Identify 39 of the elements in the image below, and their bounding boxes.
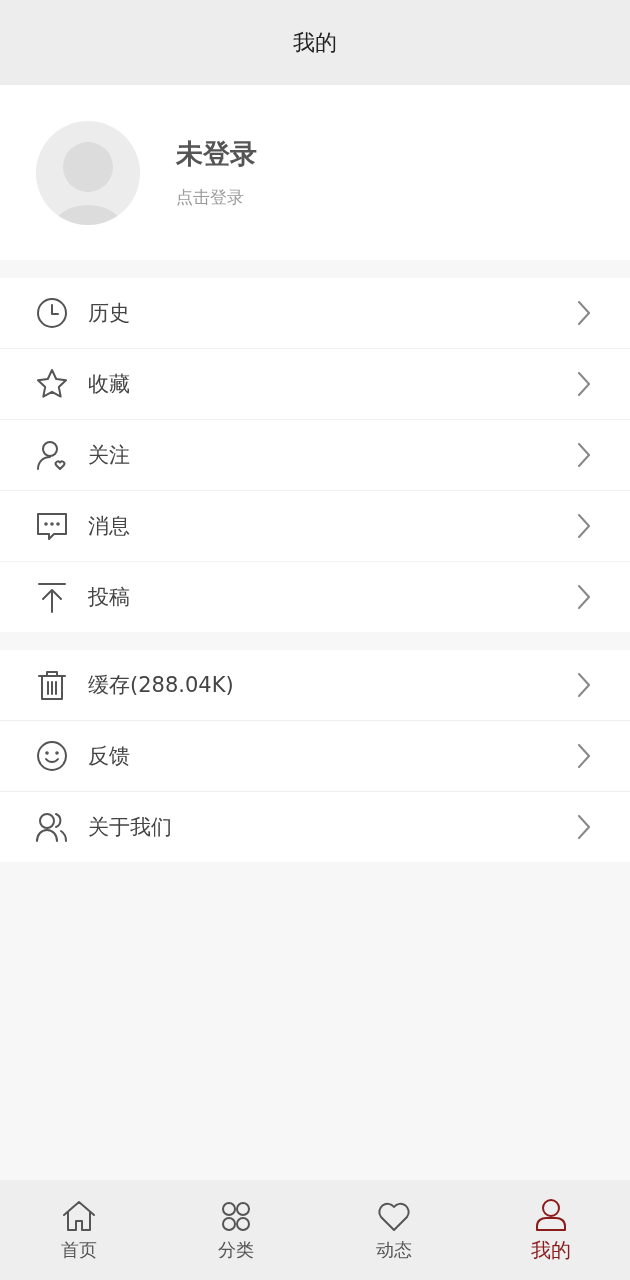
menu-item[interactable]: 投稿 xyxy=(0,562,630,632)
tab[interactable]: 动态 xyxy=(315,1180,473,1280)
menu-label: 关注 xyxy=(88,442,131,469)
chevron-icon xyxy=(578,443,590,467)
tab[interactable]: 首页 xyxy=(0,1180,158,1280)
tab[interactable]: 我的 xyxy=(472,1180,630,1280)
star-icon xyxy=(35,367,69,401)
chevron-icon xyxy=(578,585,590,609)
chevron-icon xyxy=(578,744,590,768)
menu-label: 收藏 xyxy=(88,371,131,398)
avatar-icon xyxy=(36,120,140,225)
menu-item[interactable]: 关注 xyxy=(0,420,630,491)
people-icon xyxy=(35,810,69,844)
menu-label: 反馈 xyxy=(88,743,131,770)
menu-item[interactable]: 收藏 xyxy=(0,349,630,420)
menu-label: 关于我们 xyxy=(88,814,173,841)
user-name: 未登录 xyxy=(176,137,257,171)
chevron-icon xyxy=(578,372,590,396)
smiley-icon xyxy=(35,739,69,773)
menu-label: 历史 xyxy=(88,300,131,327)
menu-item[interactable]: 消息 xyxy=(0,491,630,562)
menu-item[interactable]: 关于我们 xyxy=(0,792,630,862)
menu-item[interactable]: 反馈 xyxy=(0,721,630,792)
chevron-icon xyxy=(578,301,590,325)
menu-item[interactable]: 历史 xyxy=(0,278,630,349)
clock-icon xyxy=(35,296,69,330)
menu-label: 消息 xyxy=(88,513,131,540)
chevron-icon xyxy=(578,815,590,839)
tab[interactable]: 分类 xyxy=(157,1180,315,1280)
menu-label: 缓存(288.04K) xyxy=(88,672,235,699)
chevron-icon xyxy=(578,673,590,697)
upload-icon xyxy=(35,580,69,614)
trash-icon xyxy=(35,668,69,702)
chevron-icon xyxy=(578,514,590,538)
home-icon xyxy=(60,1198,97,1234)
menu-label: 投稿 xyxy=(88,584,131,611)
profile-card[interactable]: 未登录 点击登录 xyxy=(0,85,630,260)
menu-item[interactable]: 缓存(288.04K) xyxy=(0,650,630,721)
page-title: 我的 xyxy=(293,28,337,57)
